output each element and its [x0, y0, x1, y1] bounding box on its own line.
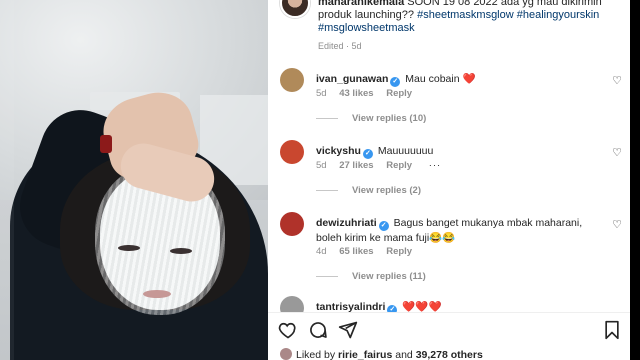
reply-button[interactable]: Reply [386, 88, 412, 99]
photo-eye-right [170, 248, 192, 254]
reply-button[interactable]: Reply [386, 246, 412, 257]
photo-lips [143, 290, 171, 298]
comment-line: vickyshu ✓ Mauuuuuuu [316, 144, 602, 159]
photo-bracelet [100, 135, 112, 153]
comment-line: dewizuhriati ✓ Bagus banget mukanya mbak … [316, 216, 602, 245]
photo-eye-left [118, 245, 140, 251]
comment-age: 4d [316, 246, 327, 257]
post-actions-bar [268, 313, 640, 347]
comment-age: 5d [316, 160, 327, 171]
comment-avatar[interactable] [280, 140, 304, 164]
view-replies-button[interactable]: View replies (2) [316, 185, 421, 196]
likes-joiner: and [395, 349, 413, 360]
comment-username[interactable]: ivan_gunawan [316, 73, 388, 85]
replies-dash [316, 189, 338, 191]
comment-likes[interactable]: 27 likes [339, 160, 373, 171]
verified-badge-icon: ✓ [387, 305, 398, 312]
comment-likes[interactable]: 43 likes [339, 88, 373, 99]
caption-meta: Edited · 5d [318, 41, 362, 51]
hashtag-link[interactable]: #healingyourskin [517, 9, 600, 21]
post-caption: maharanikemala SOON 19 08 2022 ada yg ma… [280, 0, 620, 56]
view-replies-label: View replies (2) [352, 185, 421, 196]
comment-username[interactable]: dewizuhriati [316, 217, 377, 229]
caption-avatar[interactable] [280, 0, 310, 18]
comment-avatar[interactable] [280, 212, 304, 236]
comment-line: ivan_gunawan ✓ Mau cobain ❤️ [316, 72, 602, 87]
comment-item: dewizuhriati ✓ Bagus banget mukanya mbak … [280, 212, 628, 288]
comment-icon[interactable] [308, 320, 328, 340]
likes-summary: Liked by ririe_fairus and 39,278 others [280, 348, 483, 360]
comment-item: vickyshu ✓ Mauuuuuuu ♡ 5d 27 likes Reply … [280, 140, 628, 200]
caption-text: maharanikemala SOON 19 08 2022 ada yg ma… [318, 0, 618, 35]
post-photo[interactable] [0, 0, 268, 360]
comment-avatar[interactable] [280, 68, 304, 92]
comment-line: tantrisyalindri ✓ ❤️❤️❤️ [316, 300, 602, 312]
view-replies-label: View replies (10) [352, 113, 427, 124]
comment-meta: 4d 65 likes Reply [316, 246, 412, 257]
heart-icon[interactable] [278, 320, 298, 340]
view-replies-button[interactable]: View replies (11) [316, 271, 426, 282]
liker-avatar[interactable] [280, 348, 292, 360]
comment-heart-icon[interactable]: ♡ [612, 218, 622, 231]
photo-edge [0, 0, 14, 360]
verified-badge-icon: ✓ [390, 77, 401, 87]
replies-dash [316, 275, 338, 277]
comment-username[interactable]: vickyshu [316, 145, 361, 157]
comment-text: Mauuuuuuu [377, 145, 434, 157]
comments-panel: maharanikemala SOON 19 08 2022 ada yg ma… [268, 0, 640, 360]
comment-avatar[interactable] [280, 296, 304, 312]
view-replies-label: View replies (11) [352, 271, 426, 282]
comment-likes[interactable]: 65 likes [339, 246, 373, 257]
bookmark-icon[interactable] [602, 320, 622, 340]
liker-username[interactable]: ririe_fairus [338, 349, 392, 360]
comment-heart-icon[interactable]: ♡ [612, 74, 622, 87]
comment-text: ❤️❤️❤️ [402, 301, 442, 312]
caption-username[interactable]: maharanikemala [318, 0, 404, 8]
likes-prefix: Liked by [296, 349, 336, 360]
comment-age: 5d [316, 88, 327, 99]
comment-item: ivan_gunawan ✓ Mau cobain ❤️ ♡ 5d 43 like… [280, 68, 628, 128]
verified-badge-icon: ✓ [362, 149, 373, 159]
share-icon[interactable] [338, 320, 358, 340]
comments-scroll-area[interactable]: maharanikemala SOON 19 08 2022 ada yg ma… [268, 0, 628, 312]
more-options-icon[interactable]: ··· [429, 160, 442, 171]
comment-username[interactable]: tantrisyalindri [316, 301, 385, 312]
comment-heart-icon[interactable]: ♡ [612, 146, 622, 159]
hashtag-link[interactable]: #sheetmaskmsglow [417, 9, 514, 21]
window-edge [630, 0, 640, 360]
hashtag-link[interactable]: #msglowsheetmask [318, 22, 415, 34]
replies-dash [316, 117, 338, 119]
comment-meta: 5d 43 likes Reply [316, 88, 412, 99]
comment-text: Mau cobain ❤️ [405, 73, 476, 85]
verified-badge-icon: ✓ [378, 221, 389, 231]
comment-item: tantrisyalindri ✓ ❤️❤️❤️ [280, 296, 628, 312]
view-replies-button[interactable]: View replies (10) [316, 113, 426, 124]
likes-count[interactable]: 39,278 others [416, 349, 483, 360]
reply-button[interactable]: Reply [386, 160, 412, 171]
comment-meta: 5d 27 likes Reply ··· [316, 160, 441, 171]
